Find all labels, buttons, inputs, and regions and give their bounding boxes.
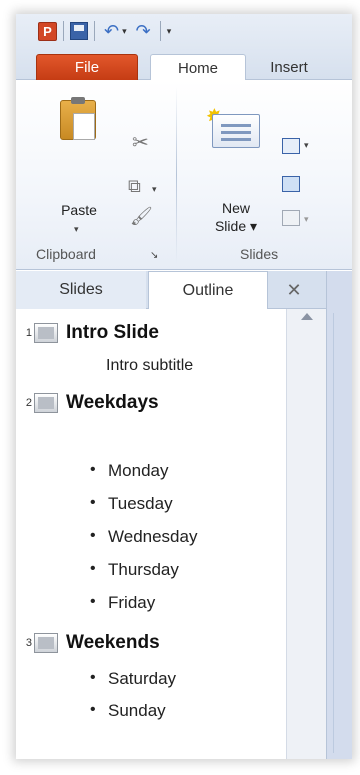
toolbar-separator [63,21,64,41]
bullet-item[interactable]: Tuesday [90,494,172,514]
ribbon-home: Paste ▾ ✂ ⧉ ▾ 🖌 Clipboard ↘ ✸ New Slide … [16,80,352,270]
toolbar-separator [159,21,161,41]
slide-editing-area[interactable] [326,271,352,759]
slide-subtitle[interactable]: Intro subtitle [106,357,193,375]
paste-icon[interactable] [60,97,96,140]
cut-icon[interactable]: ✂ [132,130,149,155]
close-pane-icon[interactable]: ✕ [278,271,310,309]
clipboard-launcher-icon[interactable]: ↘ [150,250,158,261]
quick-access-toolbar: P ↶ ▾ ↷ ▾ [16,14,352,48]
slide-title[interactable]: Intro Slide [66,322,159,344]
slide-title[interactable]: Weekends [66,632,160,654]
format-painter-icon[interactable]: 🖌 [130,206,153,227]
new-slide-icon[interactable] [212,114,260,148]
scroll-up-icon[interactable] [301,313,313,320]
new-slide-label-line2[interactable]: Slide ▾ [206,218,266,235]
powerpoint-window: P ↶ ▾ ↷ ▾ File Home Insert Paste ▾ ✂ ⧉ ▾… [16,14,352,759]
slide-number: 1 [25,327,32,339]
bullet-item[interactable]: Thursday [90,560,179,580]
copy-dropdown-icon[interactable]: ▾ [152,184,157,195]
slide-thumbnail-icon[interactable] [34,323,58,343]
slide-number: 2 [25,397,32,409]
group-separator [176,86,177,264]
layout-icon[interactable] [282,138,300,154]
paste-dropdown-icon[interactable]: ▾ [74,224,79,235]
new-slide-label-line1[interactable]: New [206,200,266,216]
copy-icon[interactable]: ⧉ [128,176,141,197]
bullet-item[interactable]: Sunday [90,701,166,721]
tab-home[interactable]: Home [150,54,246,82]
redo-icon[interactable]: ↷ [136,21,151,42]
slide-thumbnail-icon[interactable] [34,633,58,653]
toolbar-separator [94,21,95,41]
clipboard-group-label: Clipboard [36,246,96,262]
undo-dropdown-icon[interactable]: ▾ [122,26,127,37]
section-dropdown-icon[interactable]: ▾ [304,214,309,225]
tab-insert[interactable]: Insert [254,54,324,81]
slides-group-label: Slides [240,246,279,262]
slide-title[interactable]: Weekdays [66,392,159,414]
powerpoint-logo-icon[interactable]: P [38,21,57,41]
paste-button-label[interactable]: Paste [54,202,104,218]
bullet-item[interactable]: Wednesday [90,527,198,547]
tab-file[interactable]: File [36,54,138,81]
tab-slides[interactable]: Slides [16,271,146,309]
outline-slide-2[interactable]: 2 Weekdays [16,389,159,417]
customize-toolbar-icon[interactable]: ▾ [167,26,172,37]
ribbon-tabs: File Home Insert [16,48,352,82]
slides-outline-pane-header: Slides Outline ✕ [16,271,326,310]
bullet-item[interactable]: Monday [90,461,169,481]
undo-icon[interactable]: ↶ [104,21,119,42]
slide-number: 3 [25,637,32,649]
outline-slide-1[interactable]: 1 Intro Slide [16,319,159,347]
outline-pane[interactable]: 1 Intro Slide Intro subtitle 2 Weekdays … [16,309,286,759]
outline-slide-3[interactable]: 3 Weekends [16,629,160,657]
slide-thumbnail-icon[interactable] [34,393,58,413]
bullet-item[interactable]: Saturday [90,669,176,689]
tab-outline[interactable]: Outline [148,271,268,310]
bullet-item[interactable]: Friday [90,593,155,613]
outline-scrollbar[interactable] [286,309,326,759]
save-icon[interactable] [70,22,88,40]
reset-icon[interactable] [282,176,300,192]
layout-dropdown-icon[interactable]: ▾ [304,140,309,151]
section-icon[interactable] [282,210,300,226]
